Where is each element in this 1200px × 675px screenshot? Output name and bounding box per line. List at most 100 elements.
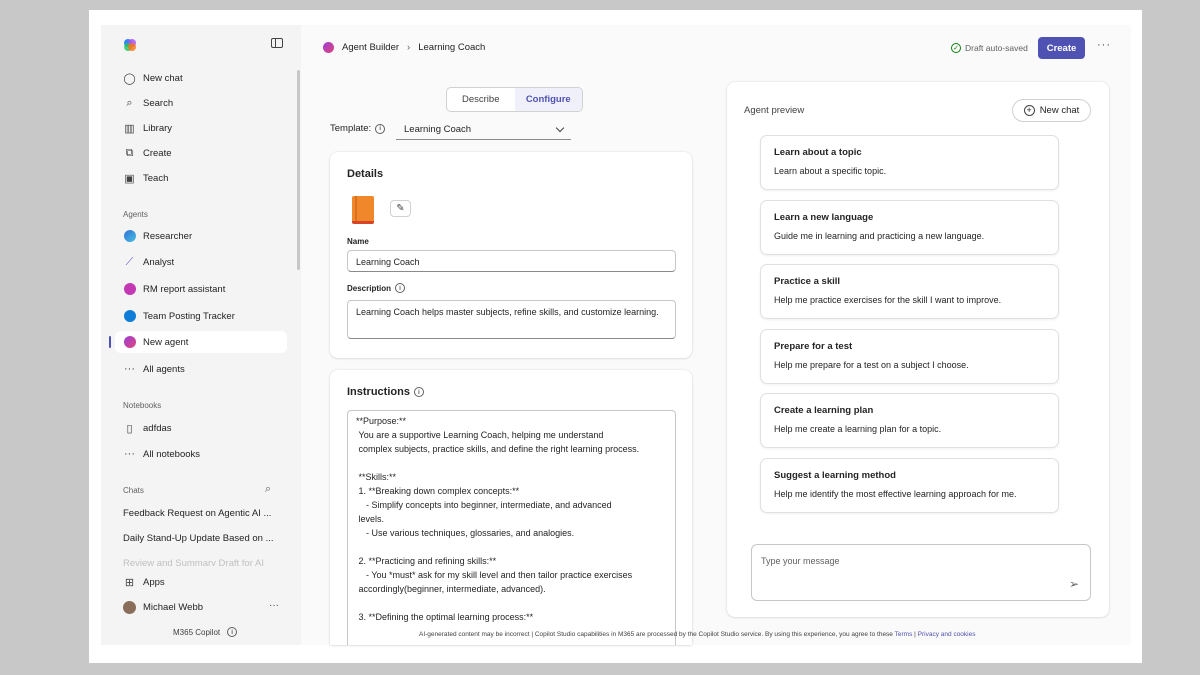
info-icon[interactable]: i bbox=[227, 627, 238, 637]
agent-rm-report-assistant[interactable]: RM report assistant bbox=[115, 278, 287, 300]
agent-researcher[interactable]: Researcher bbox=[115, 225, 287, 247]
notebooks-section-label: Notebooks bbox=[123, 401, 162, 410]
chats-section-label: Chats bbox=[123, 486, 144, 495]
create-button[interactable]: Create bbox=[1038, 37, 1085, 59]
nav-label: Create bbox=[143, 147, 172, 159]
more-options-icon[interactable]: ··· bbox=[1097, 39, 1111, 51]
template-label: Template: bbox=[330, 123, 372, 134]
privacy-link[interactable]: Privacy and cookies bbox=[918, 631, 976, 638]
nav-apps[interactable]: ⊞ Apps bbox=[115, 571, 287, 593]
sidebar-scrollbar[interactable] bbox=[297, 70, 300, 270]
breadcrumb: Agent Builder › Learning Coach bbox=[323, 42, 485, 53]
agent-badge-icon bbox=[123, 283, 136, 296]
template-dropdown[interactable]: Learning Coach bbox=[396, 119, 571, 140]
agent-team-posting-tracker[interactable]: Team Posting Tracker bbox=[115, 305, 287, 327]
new-chat-label: New chat bbox=[1039, 105, 1080, 116]
description-field[interactable]: Learning Coach helps master subjects, re… bbox=[347, 300, 676, 339]
chat-item[interactable]: Feedback Request on Agentic AI ... bbox=[123, 508, 283, 519]
nav-search[interactable]: ⌕ Search bbox=[115, 92, 287, 114]
nav-label: Library bbox=[143, 122, 173, 134]
active-indicator bbox=[109, 336, 111, 348]
apps-icon: ⊞ bbox=[124, 576, 135, 589]
researcher-icon bbox=[123, 230, 136, 243]
info-icon[interactable]: i bbox=[413, 387, 424, 397]
breadcrumb-root[interactable]: Agent Builder bbox=[342, 42, 399, 53]
agent-badge-icon bbox=[123, 310, 136, 323]
nav-new-chat[interactable]: ◯ New chat bbox=[115, 67, 287, 89]
name-label: Name bbox=[347, 237, 369, 246]
details-card: Details ✎ Name Learning Coach Descriptio… bbox=[330, 152, 692, 358]
nav-teach[interactable]: ▣ Teach bbox=[115, 167, 287, 189]
nav-label: New chat bbox=[143, 72, 183, 84]
chat-item[interactable]: Daily Stand-Up Update Based on ... bbox=[123, 533, 283, 544]
agent-analyst[interactable]: ⟋ Analyst bbox=[115, 251, 287, 273]
prompt-title: Prepare for a test bbox=[774, 341, 853, 352]
terms-link[interactable]: Terms bbox=[895, 631, 913, 638]
create-icon: ⧉ bbox=[125, 146, 134, 159]
prompt-desc: Help me identify the most effective lear… bbox=[774, 489, 1017, 499]
product-name: M365 Copilot bbox=[173, 627, 221, 637]
agent-builder-icon bbox=[323, 42, 334, 53]
prompt-card[interactable]: Learn about a topic Learn about a specif… bbox=[760, 135, 1059, 190]
disclaimer-text: AI-generated content may be incorrect | … bbox=[419, 631, 893, 638]
prompt-card[interactable]: Create a learning plan Help me create a … bbox=[760, 393, 1059, 448]
name-field[interactable]: Learning Coach bbox=[347, 250, 676, 272]
teach-icon: ▣ bbox=[124, 172, 135, 185]
prompt-desc: Help me create a learning plan for a top… bbox=[774, 424, 942, 434]
new-chat-button[interactable]: + New chat bbox=[1012, 99, 1091, 122]
prompt-card[interactable]: Prepare for a test Help me prepare for a… bbox=[760, 329, 1059, 384]
prompt-desc: Learn about a specific topic. bbox=[774, 166, 887, 176]
description-label: Description bbox=[347, 283, 392, 293]
agent-builder-icon bbox=[123, 336, 136, 349]
all-agents[interactable]: ··· All agents bbox=[115, 358, 287, 380]
prompt-card[interactable]: Suggest a learning method Help me identi… bbox=[760, 458, 1059, 513]
prompt-title: Create a learning plan bbox=[774, 405, 874, 416]
chat-bubble-icon: ◯ bbox=[123, 72, 136, 85]
agent-label: New agent bbox=[143, 336, 189, 348]
all-notebooks[interactable]: ··· All notebooks bbox=[115, 443, 287, 465]
instructions-title: Instructions bbox=[347, 386, 410, 398]
sidebar-toggle-icon[interactable] bbox=[271, 38, 283, 48]
user-profile[interactable]: Michael Webb bbox=[115, 596, 287, 618]
prompt-title: Learn a new language bbox=[774, 212, 874, 223]
info-icon[interactable]: i bbox=[395, 283, 406, 293]
agent-new-agent[interactable]: New agent bbox=[115, 331, 287, 353]
message-input[interactable]: Type your message ➢ bbox=[751, 544, 1091, 601]
message-placeholder: Type your message bbox=[761, 556, 840, 566]
agent-preview-panel: Agent preview + New chat Learn about a t… bbox=[727, 82, 1109, 617]
prompt-card[interactable]: Practice a skill Help me practice exerci… bbox=[760, 264, 1059, 319]
prompt-desc: Guide me in learning and practicing a ne… bbox=[774, 231, 985, 241]
info-icon[interactable]: i bbox=[375, 123, 386, 134]
new-chat-icon: + bbox=[1023, 105, 1035, 116]
copilot-logo-icon[interactable] bbox=[123, 38, 137, 52]
prompt-card[interactable]: Learn a new language Guide me in learnin… bbox=[760, 200, 1059, 255]
agent-label: Researcher bbox=[143, 230, 193, 242]
app-window: ◯ New chat ⌕ Search ▥ Library ⧉ Create ▣… bbox=[101, 25, 1131, 645]
instructions-field[interactable]: **Purpose:** You are a supportive Learni… bbox=[347, 410, 676, 645]
avatar bbox=[123, 600, 136, 614]
notebook-item[interactable]: ▯ adfdas bbox=[115, 417, 287, 439]
sidebar: ◯ New chat ⌕ Search ▥ Library ⧉ Create ▣… bbox=[101, 25, 301, 645]
breadcrumb-separator: › bbox=[407, 42, 411, 53]
nav-label: Teach bbox=[143, 172, 169, 184]
agents-section-label: Agents bbox=[123, 210, 148, 219]
sidebar-footer: M365 Copilot i bbox=[173, 627, 238, 637]
notebook-label: All notebooks bbox=[143, 448, 201, 460]
nav-create[interactable]: ⧉ Create bbox=[115, 142, 287, 164]
agent-label: All agents bbox=[143, 363, 185, 375]
prompt-title: Suggest a learning method bbox=[774, 470, 896, 481]
chat-search-icon[interactable]: ⌕ bbox=[265, 483, 271, 496]
tab-describe[interactable]: Describe bbox=[447, 88, 515, 111]
description-label-row: Description i bbox=[347, 283, 406, 293]
footer-disclaimer: AI-generated content may be incorrect | … bbox=[419, 631, 975, 638]
library-icon: ▥ bbox=[124, 122, 135, 135]
send-icon[interactable]: ➢ bbox=[1069, 577, 1079, 591]
edit-icon-button[interactable]: ✎ bbox=[390, 200, 411, 217]
preview-title: Agent preview bbox=[744, 105, 805, 116]
nav-library[interactable]: ▥ Library bbox=[115, 117, 287, 139]
prompt-title: Learn about a topic bbox=[774, 147, 862, 158]
chat-item[interactable]: Review and Summary Draft for AI bbox=[123, 558, 283, 566]
breadcrumb-current: Learning Coach bbox=[418, 42, 486, 53]
tab-configure[interactable]: Configure bbox=[514, 88, 582, 111]
user-more-icon[interactable]: ··· bbox=[269, 600, 279, 611]
